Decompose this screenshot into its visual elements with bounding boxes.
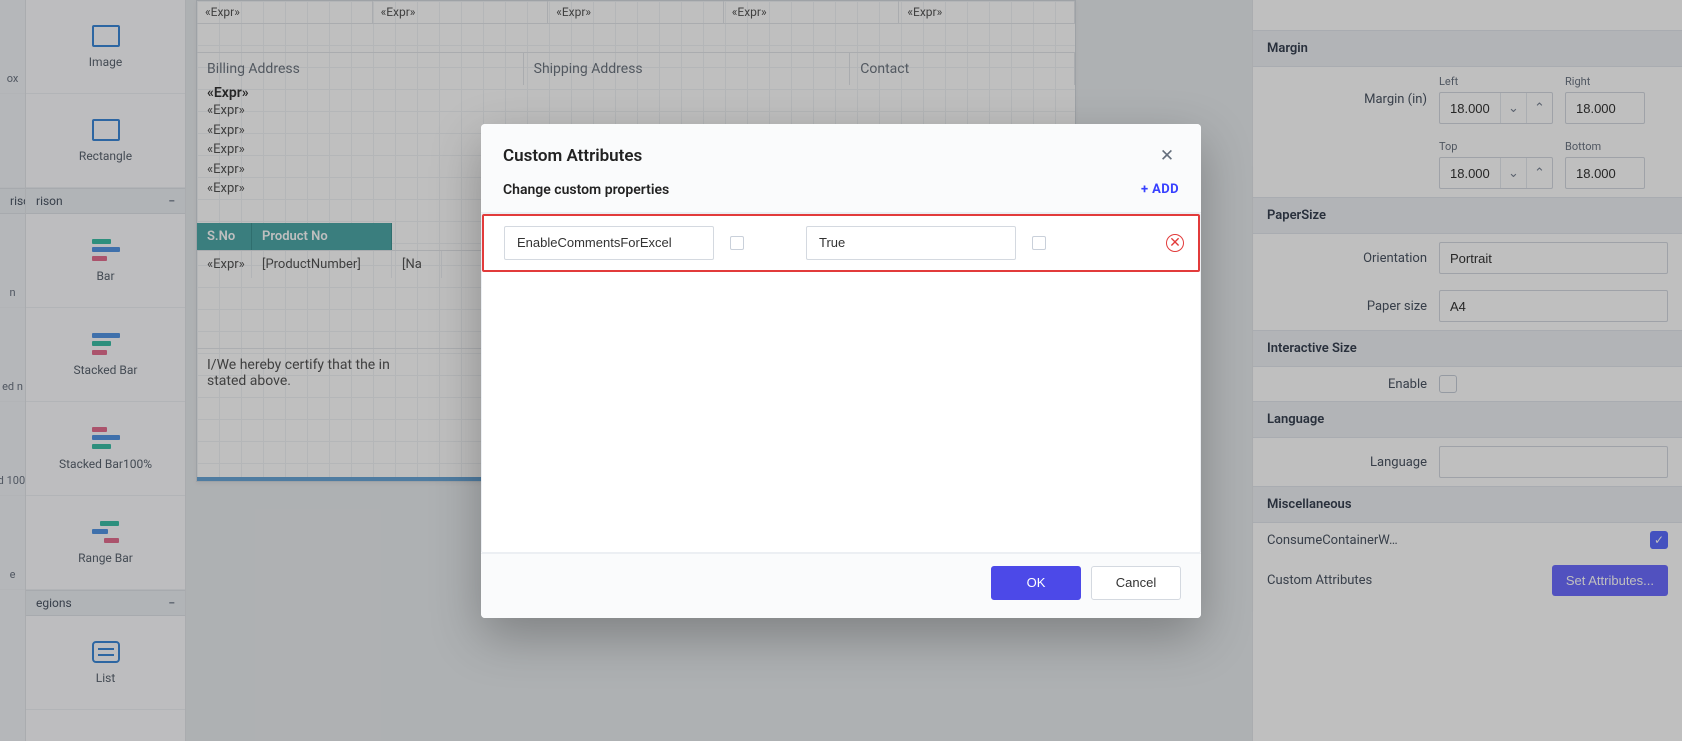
modal-subtitle: Change custom properties: [503, 182, 669, 198]
cancel-button[interactable]: Cancel: [1091, 566, 1181, 600]
attributes-list: ✕: [481, 213, 1201, 553]
delete-attribute-icon[interactable]: ✕: [1166, 234, 1184, 252]
attribute-value-checkbox[interactable]: [1032, 236, 1046, 250]
attribute-name-input[interactable]: [504, 226, 714, 260]
modal-title: Custom Attributes: [503, 146, 642, 166]
attribute-value-input[interactable]: [806, 226, 1016, 260]
custom-attributes-modal: Custom Attributes ✕ Change custom proper…: [481, 124, 1201, 618]
add-attribute-button[interactable]: + ADD: [1141, 182, 1179, 197]
attribute-row: ✕: [482, 214, 1200, 272]
attribute-name-checkbox[interactable]: [730, 236, 744, 250]
close-icon[interactable]: ✕: [1155, 144, 1179, 168]
ok-button[interactable]: OK: [991, 566, 1081, 600]
